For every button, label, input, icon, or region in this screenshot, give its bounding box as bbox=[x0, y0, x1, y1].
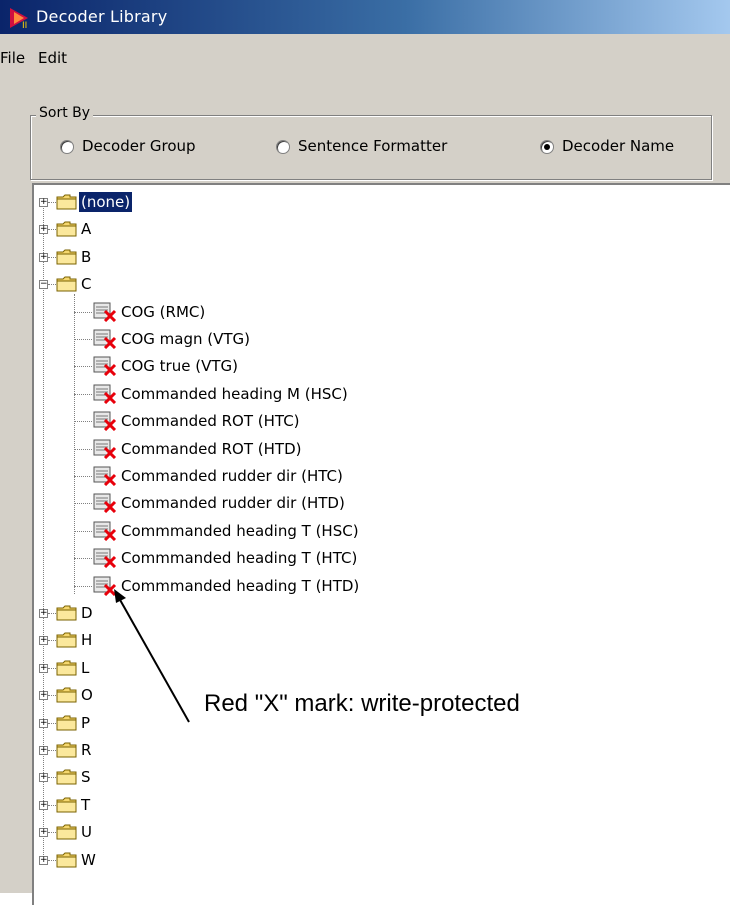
decoder-library-window: II Decoder Library File Edit Sort By Dec… bbox=[0, 0, 730, 905]
callout-arrow bbox=[114, 589, 190, 723]
write-protected-annotation: Red "X" mark: write-protected bbox=[204, 690, 520, 717]
